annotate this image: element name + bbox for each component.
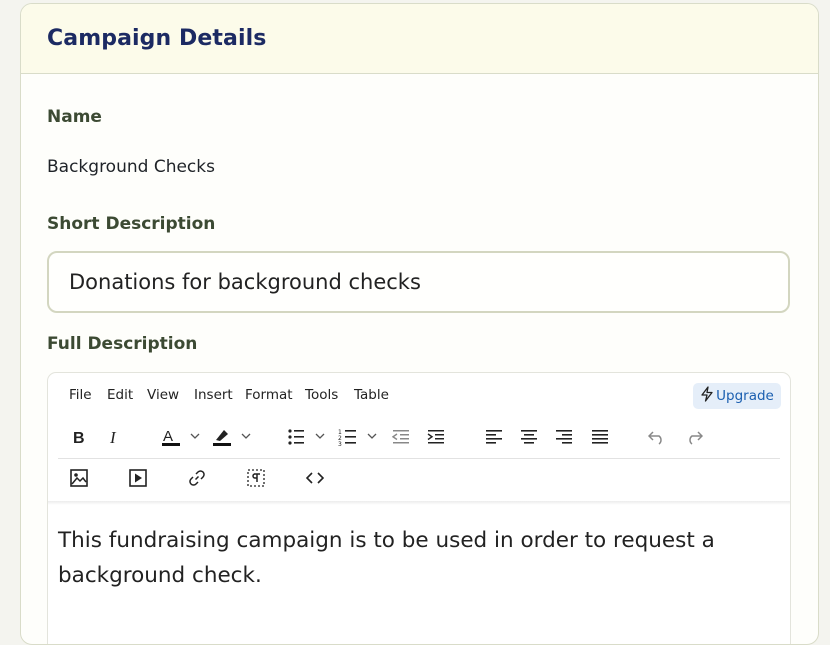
text-color-button[interactable]: A	[161, 424, 205, 450]
align-justify-button[interactable]	[587, 424, 613, 450]
redo-icon	[685, 429, 703, 445]
bullet-list-icon	[286, 428, 332, 446]
align-center-icon	[520, 429, 538, 445]
numbered-list-button[interactable]: 123	[338, 424, 384, 450]
svg-text:A: A	[163, 428, 173, 445]
align-left-button[interactable]	[481, 424, 507, 450]
menu-file[interactable]: File	[69, 387, 92, 403]
outdent-icon	[392, 429, 410, 445]
short-description-label: Short Description	[47, 214, 216, 234]
menu-tools[interactable]: Tools	[305, 387, 338, 403]
editor-menubar: File Edit View Insert Format Tools Table	[48, 383, 790, 411]
bold-button[interactable]: B	[66, 424, 92, 450]
svg-text:I: I	[109, 429, 117, 445]
italic-icon: I	[107, 429, 123, 445]
toolbar-shadow	[48, 501, 790, 505]
source-code-button[interactable]	[302, 465, 328, 491]
media-icon	[129, 469, 147, 487]
card-title: Campaign Details	[47, 26, 267, 51]
align-right-button[interactable]	[551, 424, 577, 450]
bullet-list-button[interactable]	[286, 424, 332, 450]
svg-text:3: 3	[338, 441, 342, 446]
upgrade-label: Upgrade	[716, 388, 774, 404]
highlight-color-icon	[212, 427, 256, 447]
outdent-button[interactable]	[388, 424, 414, 450]
svg-text:B: B	[73, 430, 85, 445]
insert-image-button[interactable]	[66, 465, 92, 491]
menu-table[interactable]: Table	[354, 387, 389, 403]
name-value: Background Checks	[47, 157, 215, 177]
editor-content[interactable]: This fundraising campaign is to be used …	[58, 523, 786, 593]
name-label: Name	[47, 107, 102, 127]
align-left-icon	[485, 429, 503, 445]
italic-button[interactable]: I	[102, 424, 128, 450]
upgrade-button[interactable]: Upgrade	[693, 383, 781, 409]
undo-button[interactable]	[644, 424, 670, 450]
show-blocks-button[interactable]	[243, 465, 269, 491]
indent-icon	[427, 429, 445, 445]
redo-button[interactable]	[681, 424, 707, 450]
bold-icon: B	[71, 429, 87, 445]
align-justify-icon	[591, 429, 609, 445]
menu-view[interactable]: View	[147, 387, 179, 403]
campaign-details-card: Campaign Details Name Background Checks …	[20, 3, 819, 645]
full-description-label: Full Description	[47, 334, 198, 354]
align-center-button[interactable]	[516, 424, 542, 450]
lightning-icon	[700, 386, 714, 406]
source-code-icon	[306, 471, 324, 485]
rich-text-editor: File Edit View Insert Format Tools Table…	[47, 372, 791, 644]
indent-button[interactable]	[423, 424, 449, 450]
highlight-color-button[interactable]	[212, 424, 256, 450]
undo-icon	[648, 429, 666, 445]
menu-insert[interactable]: Insert	[194, 387, 233, 403]
show-blocks-icon	[247, 469, 265, 487]
text-color-icon: A	[161, 427, 205, 447]
numbered-list-icon: 123	[338, 428, 384, 446]
insert-media-button[interactable]	[125, 465, 151, 491]
short-description-input[interactable]: Donations for background checks	[47, 251, 790, 313]
menu-format[interactable]: Format	[245, 387, 293, 403]
toolbar-divider	[58, 458, 780, 459]
card-header: Campaign Details	[21, 4, 818, 74]
image-icon	[70, 469, 88, 487]
align-right-icon	[555, 429, 573, 445]
link-icon	[188, 469, 206, 487]
insert-link-button[interactable]	[184, 465, 210, 491]
menu-edit[interactable]: Edit	[107, 387, 133, 403]
